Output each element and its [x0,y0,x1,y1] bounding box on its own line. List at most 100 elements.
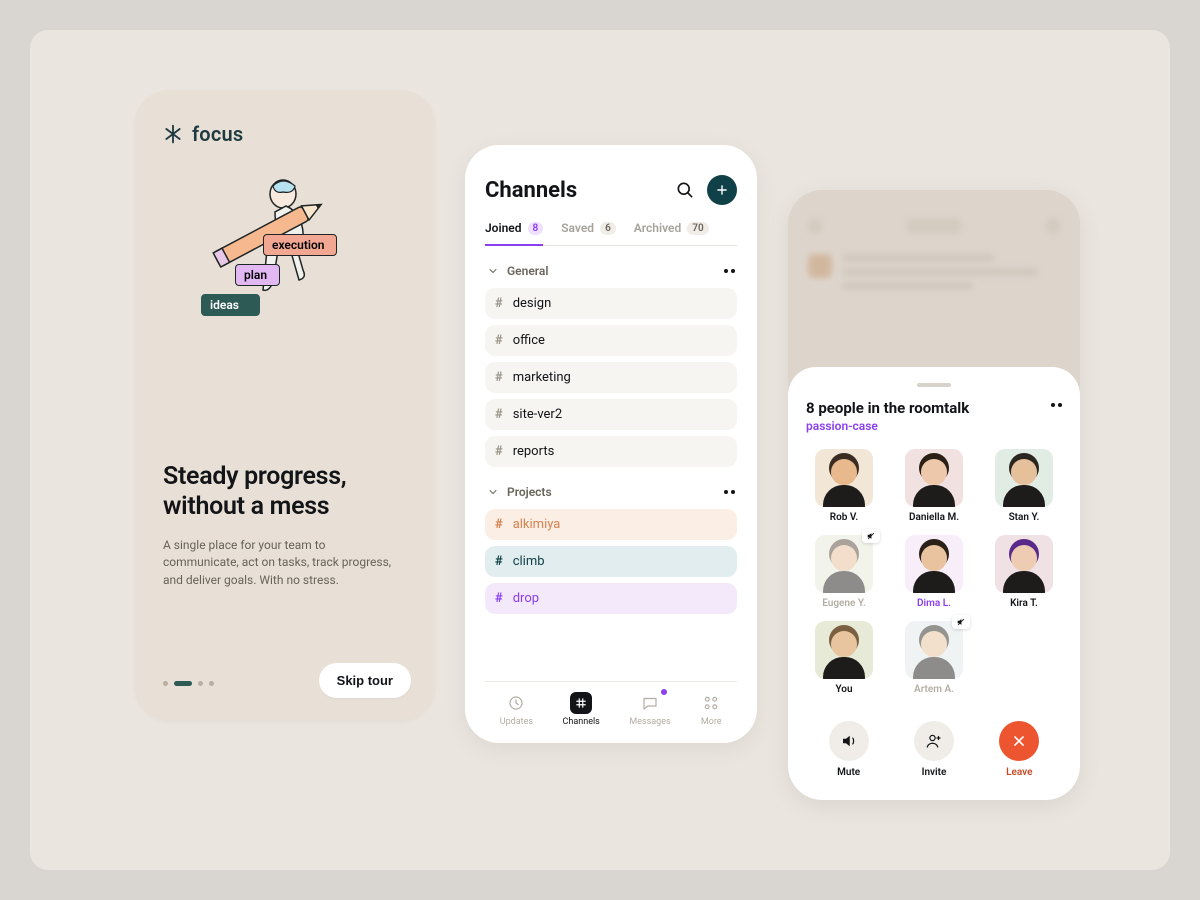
participant-name: Rob V. [830,512,858,523]
channel-item-site-ver2[interactable]: #site-ver2 [485,399,737,430]
tab-more-label: More [701,717,722,727]
participant-card[interactable]: Dima L. [896,535,972,609]
tab-joined-label: Joined [485,221,522,235]
grid-icon [700,692,722,714]
headline-line2: without a mess [163,492,329,521]
hash-icon: # [495,444,503,459]
participants-grid: Rob V. Daniella M. Stan Y. Eugene Y.Dima L.… [806,449,1062,695]
avatar [815,621,873,679]
tab-channels-label: Channels [563,717,600,727]
add-channel-button[interactable] [707,175,737,205]
participant-card[interactable]: Rob V. [806,449,882,523]
participant-card[interactable]: Daniella M. [896,449,972,523]
chat-icon [639,692,661,714]
brand-logo-icon [163,124,183,144]
invite-label: Invite [922,767,947,778]
participant-name: Daniella M. [909,512,959,523]
design-canvas: focus execution plan i [30,30,1170,870]
tab-saved-label: Saved [561,221,594,235]
dot-2 [198,681,203,686]
hash-icon: # [495,554,503,569]
background-blur [788,190,1080,310]
mute-button[interactable]: Mute [829,721,869,778]
tab-channels[interactable]: Channels [563,692,600,727]
avatar [815,449,873,507]
search-icon[interactable] [675,180,695,200]
channel-item-design[interactable]: #design [485,288,737,319]
dot-1-active [174,681,192,686]
channel-item-alkimiya[interactable]: #alkimiya [485,509,737,540]
speaker-icon [840,732,858,750]
participant-name: Stan Y. [1009,512,1040,523]
channel-name: office [513,333,545,348]
leave-button[interactable]: Leave [999,721,1039,778]
tab-more[interactable]: More [700,692,722,727]
channels-title: Channels [485,178,577,203]
channel-name: marketing [513,370,571,385]
channel-name: reports [513,444,555,459]
onboarding-illustration: execution plan ideas [163,164,407,394]
hash-icon [570,692,592,714]
bottom-tabbar: Updates Channels Messages More [485,681,737,729]
participant-name: You [835,684,852,695]
channel-item-marketing[interactable]: #marketing [485,362,737,393]
roomtalk-more-icon[interactable] [1051,403,1062,407]
channel-name: site-ver2 [513,407,562,422]
onboarding-body: A single place for your team to communic… [163,537,403,589]
close-icon [1011,733,1027,749]
avatar [905,621,963,679]
channel-item-reports[interactable]: # reports [485,436,737,467]
dot-0 [163,681,168,686]
sheet-grabber[interactable] [917,383,951,387]
tab-archived[interactable]: Archived 70 [634,221,709,245]
section-projects-more-icon[interactable] [724,490,735,494]
avatar [905,449,963,507]
avatar [905,535,963,593]
hash-icon: # [495,591,503,606]
brand-name: focus [192,122,243,146]
tab-joined[interactable]: Joined 8 [485,221,543,245]
hash-icon: # [495,333,503,348]
tab-joined-count: 8 [528,222,544,235]
channel-name: drop [513,591,539,606]
roomtalk-title: 8 people in the roomtalk [806,399,969,417]
participant-name: Kira T. [1010,598,1038,609]
section-projects-header[interactable]: Projects [485,481,737,503]
participant-card[interactable]: Kira T. [986,535,1062,609]
channel-tabs: Joined 8 Saved 6 Archived 70 [485,221,737,246]
step-execution: execution [263,234,337,256]
step-ideas: ideas [201,294,260,316]
channel-item-drop[interactable]: # drop [485,583,737,614]
section-general-header[interactable]: General [485,260,737,282]
tab-messages-label: Messages [629,717,670,727]
plus-icon [715,183,729,197]
skip-tour-button[interactable]: Skip tour [319,663,411,698]
onboarding-headline: Steady progress, without a mess [163,462,407,521]
channel-name: climb [513,554,545,569]
brand: focus [163,122,407,146]
page-indicator [163,681,214,686]
muted-badge [952,615,970,629]
user-plus-icon [925,732,943,750]
channel-item-climb[interactable]: # climb [485,546,737,577]
participant-card[interactable]: You [806,621,882,695]
participant-card[interactable]: Artem A. [896,621,972,695]
chevron-down-icon [487,486,499,498]
section-general-more-icon[interactable] [724,269,735,273]
tab-updates[interactable]: Updates [500,692,533,727]
avatar [995,449,1053,507]
tab-saved[interactable]: Saved 6 [561,221,616,245]
invite-button[interactable]: Invite [914,721,954,778]
muted-badge [862,529,880,543]
channel-item-office[interactable]: # office [485,325,737,356]
avatar [815,535,873,593]
screen-onboarding: focus execution plan i [135,90,435,720]
chevron-down-icon [487,265,499,277]
section-projects-label: Projects [507,485,552,499]
participant-card[interactable]: Eugene Y. [806,535,882,609]
tab-updates-label: Updates [500,717,533,727]
step-plan: plan [235,264,280,286]
tab-messages[interactable]: Messages [629,692,670,727]
headline-line1: Steady progress, [163,462,346,491]
participant-card[interactable]: Stan Y. [986,449,1062,523]
